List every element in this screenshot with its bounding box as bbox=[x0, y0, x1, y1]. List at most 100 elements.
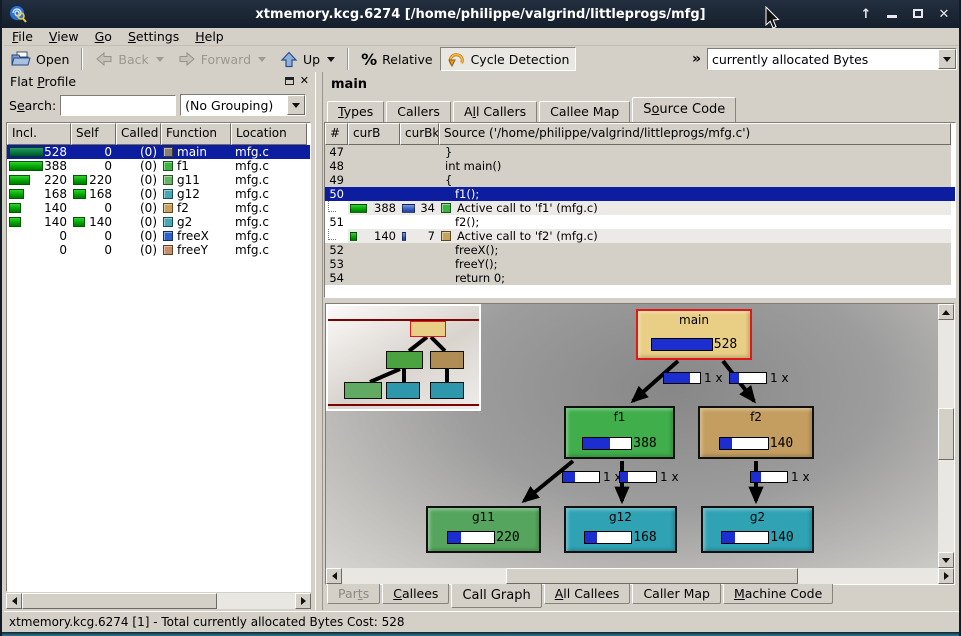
toolbar-overflow-chevron[interactable]: » bbox=[686, 51, 707, 67]
tab-all-callers[interactable]: All Callers bbox=[453, 101, 537, 122]
tab-all-callees[interactable]: All Callees bbox=[544, 584, 631, 604]
menu-settings[interactable]: Settings bbox=[120, 28, 187, 45]
node-cost-bar: 528 bbox=[651, 337, 737, 352]
menu-view[interactable]: View bbox=[41, 28, 87, 45]
curbk-cell bbox=[400, 187, 439, 201]
source-code-text: return 0; bbox=[439, 272, 505, 285]
scroll-right-button[interactable] bbox=[295, 593, 311, 609]
graph-overview-minimap[interactable] bbox=[326, 304, 481, 411]
back-button[interactable]: Back bbox=[88, 47, 170, 71]
graph-hscrollbar[interactable] bbox=[326, 568, 954, 584]
table-row-g11[interactable]: 220220(0)g11mfg.c bbox=[7, 173, 310, 187]
menu-go[interactable]: Go bbox=[87, 28, 120, 45]
table-row-freeX[interactable]: 00(0)freeXmfg.c bbox=[7, 229, 310, 243]
minimize-button[interactable] bbox=[885, 7, 899, 22]
source-line-row[interactable]: 54 return 0; bbox=[325, 271, 955, 285]
table-row-freeY[interactable]: 00(0)freeYmfg.c bbox=[7, 243, 310, 257]
scroll-left-button[interactable] bbox=[6, 593, 22, 609]
tab-parts[interactable]: Parts bbox=[327, 584, 380, 604]
active-call-row[interactable]: 1407Active call to 'f2' (mfg.c) bbox=[325, 229, 955, 243]
search-input[interactable] bbox=[60, 95, 176, 116]
graph-node-f2[interactable]: f2140 bbox=[698, 406, 814, 459]
source-line-row[interactable]: 49{ bbox=[325, 173, 955, 187]
up-arrow-icon bbox=[280, 51, 298, 68]
forward-button[interactable]: Forward bbox=[171, 47, 273, 71]
flat-profile-hscrollbar[interactable] bbox=[6, 593, 311, 609]
source-column-header-curb[interactable]: curB bbox=[348, 123, 400, 145]
event-type-value: currently allocated Bytes bbox=[708, 52, 938, 67]
back-dropdown-icon[interactable] bbox=[156, 57, 164, 62]
source-line-row[interactable]: 52freeX(); bbox=[325, 243, 955, 257]
scroll-left-button[interactable] bbox=[326, 568, 342, 584]
function-cell: f1 bbox=[161, 159, 231, 173]
scroll-right-button[interactable] bbox=[938, 568, 954, 584]
source-line-row[interactable]: 51f2(); bbox=[325, 215, 955, 229]
call-graph-panel[interactable]: main528f1388f2140g11220g12168g21401 x1 x… bbox=[325, 303, 955, 585]
table-row-g12[interactable]: 168168(0)g12mfg.c bbox=[7, 187, 310, 201]
titlebar[interactable]: xtmemory.kcg.6274 [/home/philippe/valgri… bbox=[2, 0, 959, 28]
graph-node-g12[interactable]: g12168 bbox=[564, 506, 677, 553]
shade-button[interactable]: ↑ bbox=[859, 7, 873, 22]
tab-source-code[interactable]: Source Code bbox=[632, 97, 736, 122]
active-call-row[interactable]: 38834Active call to 'f1' (mfg.c) bbox=[325, 201, 955, 215]
scroll-down-button[interactable] bbox=[938, 552, 954, 568]
tab-machine-code[interactable]: Machine Code bbox=[723, 584, 833, 604]
source-line-row[interactable]: 50f1(); bbox=[325, 187, 955, 201]
event-type-select[interactable]: currently allocated Bytes bbox=[707, 48, 957, 70]
column-header-called[interactable]: Called bbox=[116, 123, 161, 145]
table-row-g2[interactable]: 140140(0)g2mfg.c bbox=[7, 215, 310, 229]
scroll-thumb[interactable] bbox=[506, 568, 798, 584]
source-line-row[interactable]: 53freeY(); bbox=[325, 257, 955, 271]
grouping-select[interactable]: (No Grouping) bbox=[180, 94, 306, 116]
line-number: 54 bbox=[329, 272, 348, 285]
tab-callees[interactable]: Callees bbox=[382, 584, 449, 604]
dock-close-icon[interactable]: ✕ bbox=[300, 76, 309, 86]
panel-splitter[interactable] bbox=[315, 72, 323, 610]
column-header-function[interactable]: Function bbox=[161, 123, 231, 145]
dock-float-icon[interactable] bbox=[285, 77, 294, 85]
tab-callee-map[interactable]: Callee Map bbox=[539, 101, 630, 122]
scroll-up-button[interactable] bbox=[938, 304, 954, 320]
location-value: mfg.c bbox=[231, 160, 269, 173]
node-cost-value: 528 bbox=[714, 337, 737, 352]
column-header-location[interactable]: Location bbox=[231, 123, 307, 145]
tab-types[interactable]: Types bbox=[327, 101, 384, 122]
menu-help[interactable]: Help bbox=[187, 28, 232, 45]
tab-caller-map[interactable]: Caller Map bbox=[632, 584, 721, 604]
up-button[interactable]: Up bbox=[273, 47, 342, 71]
graph-vscrollbar[interactable] bbox=[938, 304, 954, 568]
event-type-dropdown-button[interactable] bbox=[938, 49, 956, 69]
source-line-row[interactable]: 47} bbox=[325, 145, 955, 159]
called-cell: (0) bbox=[116, 187, 161, 201]
grouping-dropdown-button[interactable] bbox=[287, 95, 305, 115]
table-row-main[interactable]: 5280(0)mainmfg.c bbox=[7, 145, 310, 159]
table-row-f2[interactable]: 1400(0)f2mfg.c bbox=[7, 201, 310, 215]
source-column-header-curbk[interactable]: curBk bbox=[400, 123, 439, 145]
close-button[interactable]: ✕ bbox=[937, 7, 951, 22]
open-folder-icon bbox=[11, 50, 31, 68]
source-line-row[interactable]: 48int main() bbox=[325, 159, 955, 173]
scroll-thumb[interactable] bbox=[938, 408, 954, 460]
up-dropdown-icon[interactable] bbox=[327, 57, 335, 62]
column-header-self[interactable]: Self bbox=[71, 123, 116, 145]
graph-node-f1[interactable]: f1388 bbox=[564, 406, 675, 459]
open-button[interactable]: Open bbox=[4, 47, 76, 71]
forward-dropdown-icon[interactable] bbox=[258, 57, 266, 62]
source-column-header--[interactable]: # bbox=[325, 123, 348, 145]
dock-titlebar[interactable]: Flat Profile ✕ bbox=[4, 72, 315, 90]
column-header-incl-[interactable]: Incl. bbox=[7, 123, 71, 145]
maximize-button[interactable] bbox=[911, 7, 925, 22]
tab-call-graph[interactable]: Call Graph bbox=[451, 584, 541, 608]
graph-node-main[interactable]: main528 bbox=[636, 309, 752, 360]
source-column-header-source[interactable]: Source ('/home/philippe/valgrind/littlep… bbox=[439, 123, 951, 145]
table-row-f1[interactable]: 3880(0)f1mfg.c bbox=[7, 159, 310, 173]
minimap-node bbox=[430, 351, 464, 369]
graph-node-g2[interactable]: g2140 bbox=[701, 506, 814, 553]
graph-node-g11[interactable]: g11220 bbox=[426, 506, 541, 553]
cycle-detection-button[interactable]: Cycle Detection bbox=[440, 47, 577, 71]
relative-button[interactable]: % Relative bbox=[354, 47, 439, 71]
selected-function-title: main bbox=[331, 77, 367, 92]
menu-file[interactable]: File bbox=[4, 28, 41, 45]
scroll-thumb[interactable] bbox=[22, 593, 217, 609]
tab-callers[interactable]: Callers bbox=[386, 101, 451, 122]
